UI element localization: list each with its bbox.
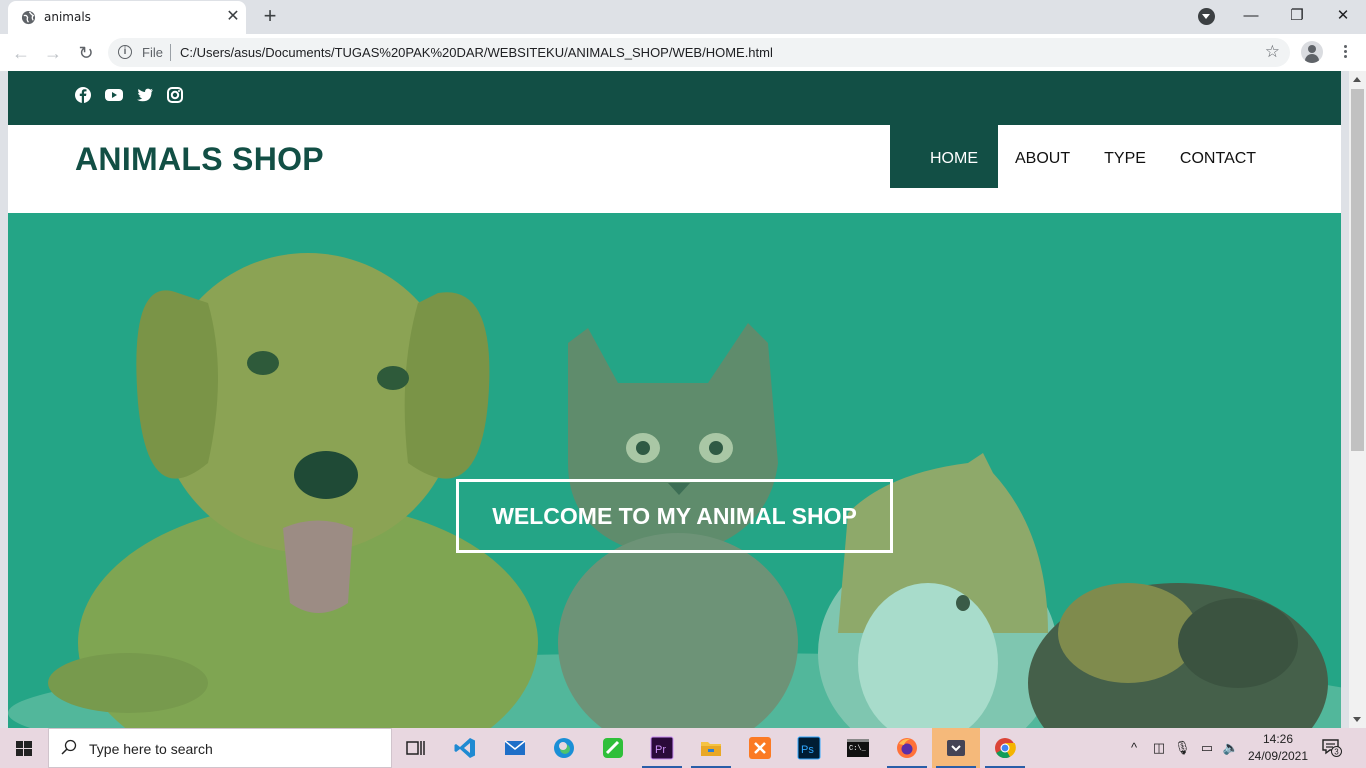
reload-icon[interactable]: ↻ (73, 40, 99, 66)
back-icon[interactable]: ← (8, 40, 34, 66)
site-brand[interactable]: ANIMALS SHOP (75, 141, 324, 178)
svg-text:Pr: Pr (655, 744, 666, 756)
nav-contact[interactable]: CONTACT (1163, 125, 1273, 188)
search-icon (61, 739, 77, 755)
photoshop-icon[interactable]: Ps (785, 728, 833, 768)
svg-text:Ps: Ps (801, 744, 814, 756)
firefox-icon[interactable] (883, 728, 931, 768)
scroll-down-arrow-icon[interactable] (1353, 717, 1361, 722)
vscode-icon[interactable] (441, 728, 489, 768)
battery-icon[interactable]: ▭ (1197, 728, 1217, 768)
close-window-button[interactable]: ✕ (1320, 0, 1366, 32)
windows-taskbar: Type here to search Pr Ps C:\_ ^ ◫ 🎙 ▭ 🔈… (0, 728, 1366, 768)
social-topbar (8, 71, 1341, 125)
search-placeholder: Type here to search (89, 741, 213, 757)
info-icon[interactable]: i (118, 45, 132, 59)
taskbar-search[interactable]: Type here to search (48, 728, 392, 768)
forward-icon[interactable]: → (40, 40, 66, 66)
main-nav: HOME ABOUT TYPE CONTACT (890, 125, 1273, 188)
browser-tabbar: animals ✕ + — ❐ ✕ (0, 0, 1366, 34)
url-text[interactable]: C:/Users/asus/Documents/TUGAS%20PAK%20DA… (180, 45, 773, 60)
nav-home[interactable]: HOME (890, 125, 998, 188)
scrollbar-thumb[interactable] (1351, 89, 1364, 451)
premiere-icon[interactable]: Pr (638, 728, 686, 768)
edge-icon[interactable] (540, 728, 588, 768)
clock-date: 24/09/2021 (1247, 749, 1309, 763)
new-tab-button[interactable]: + (258, 5, 282, 29)
show-hidden-icons-icon[interactable]: ^ (1126, 728, 1142, 768)
svg-text:C:\_: C:\_ (849, 745, 867, 753)
volume-icon[interactable]: 🔈 (1221, 728, 1241, 768)
browser-menu-icon[interactable] (1338, 43, 1352, 61)
xampp-icon[interactable] (736, 728, 784, 768)
scroll-up-arrow-icon[interactable] (1353, 77, 1361, 82)
browser-tab[interactable]: animals ✕ (8, 1, 246, 34)
windows-start-icon[interactable] (0, 728, 48, 768)
tab-search-icon[interactable] (1198, 8, 1215, 25)
minimize-button[interactable]: — (1228, 0, 1274, 32)
microphone-icon[interactable]: 🎙 (1174, 728, 1191, 768)
file-explorer-icon[interactable] (687, 728, 735, 768)
close-tab-icon[interactable]: ✕ (224, 8, 242, 26)
page-viewport: ANIMALS SHOP HOME ABOUT TYPE CONTACT WEL… (8, 71, 1341, 728)
app-green-icon[interactable] (589, 728, 637, 768)
clock-time: 14:26 (1262, 732, 1294, 746)
notification-count: 3 (1334, 748, 1339, 757)
address-separator (170, 44, 171, 61)
maximize-button[interactable]: ❐ (1274, 0, 1320, 32)
instagram-icon[interactable] (166, 86, 184, 104)
notifications-icon[interactable]: 3 (1322, 739, 1342, 757)
twitter-icon[interactable] (136, 86, 154, 104)
task-view-icon[interactable] (392, 728, 440, 768)
globe-icon (21, 10, 36, 25)
hero-pets-image (8, 213, 1341, 728)
youtube-icon[interactable] (105, 86, 123, 104)
nav-about[interactable]: ABOUT (998, 125, 1087, 188)
welcome-banner: WELCOME TO MY ANIMAL SHOP (456, 479, 893, 553)
app-active-icon[interactable] (932, 728, 980, 768)
profile-avatar-icon[interactable] (1301, 41, 1323, 63)
terminal-icon[interactable]: C:\_ (834, 728, 882, 768)
nav-type[interactable]: TYPE (1087, 125, 1163, 188)
chrome-icon[interactable] (981, 728, 1029, 768)
url-scheme-label: File (142, 45, 163, 60)
meet-now-icon[interactable]: ◫ (1150, 728, 1168, 768)
browser-toolbar: ← → ↻ i File C:/Users/asus/Documents/TUG… (0, 34, 1366, 71)
facebook-icon[interactable] (74, 86, 92, 104)
bookmark-star-icon[interactable]: ☆ (1265, 42, 1280, 62)
mail-icon[interactable] (491, 728, 539, 768)
page-scrollbar[interactable] (1349, 71, 1366, 728)
address-bar[interactable]: i File C:/Users/asus/Documents/TUGAS%20P… (108, 38, 1290, 67)
system-clock[interactable]: 14:26 24/09/2021 (1245, 731, 1311, 765)
site-header: ANIMALS SHOP HOME ABOUT TYPE CONTACT (8, 125, 1341, 213)
hero-banner: WELCOME TO MY ANIMAL SHOP (8, 213, 1341, 728)
tab-title: animals (44, 10, 91, 24)
